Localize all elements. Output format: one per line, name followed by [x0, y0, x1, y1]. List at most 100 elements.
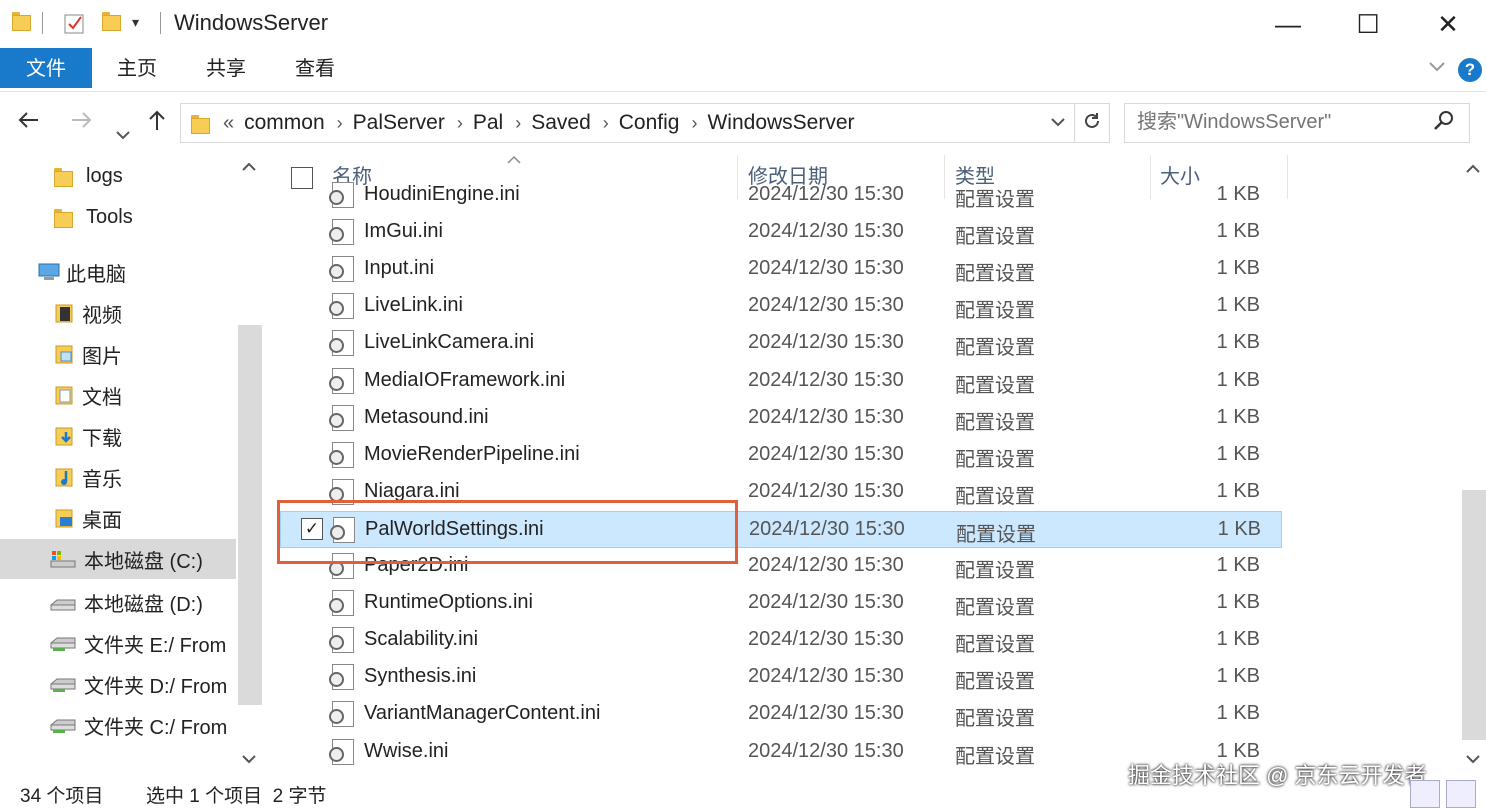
sidebar-item-share-c[interactable]: 文件夹 C:/ From	[0, 705, 236, 745]
sidebar-item-drive-c[interactable]: 本地磁盘 (C:)	[0, 539, 236, 579]
config-file-icon	[329, 330, 354, 357]
column-divider[interactable]	[1287, 155, 1288, 199]
sidebar-item-videos[interactable]: 视频	[0, 293, 236, 333]
file-name: Metasound.ini	[364, 405, 489, 428]
table-row[interactable]: RuntimeOptions.ini 2024/12/30 15:30 配置设置 1 …	[280, 585, 1282, 622]
forward-arrow-icon[interactable]	[70, 108, 94, 139]
sidebar-item-desktop[interactable]: 桌面	[0, 498, 236, 538]
address-dropdown-icon[interactable]	[1042, 114, 1074, 132]
tab-share[interactable]: 共享	[195, 48, 257, 88]
help-button[interactable]: ?	[1458, 58, 1482, 82]
file-size: 1 KB	[1216, 665, 1260, 688]
tab-home[interactable]: 主页	[106, 48, 168, 88]
sidebar-item-music[interactable]: 音乐	[0, 457, 236, 497]
breadcrumb-saved[interactable]: Saved	[531, 111, 591, 135]
network-drive-icon	[50, 633, 76, 653]
close-button[interactable]: ✕	[1408, 0, 1486, 48]
search-box[interactable]	[1124, 103, 1470, 143]
sidebar-item-drive-d[interactable]: 本地磁盘 (D:)	[0, 582, 236, 622]
sidebar-item-downloads[interactable]: 下载	[0, 416, 236, 456]
file-size: 1 KB	[1216, 405, 1260, 428]
breadcrumb-windowsserver[interactable]: WindowsServer	[707, 111, 854, 135]
table-row[interactable]: MediaIOFramework.ini 2024/12/30 15:30 配置设置…	[280, 363, 1282, 400]
sidebar-item-tools[interactable]: Tools	[0, 197, 236, 237]
chevron-right-icon[interactable]: ›	[457, 113, 463, 134]
overflow-chevron[interactable]: «	[223, 112, 234, 135]
refresh-icon[interactable]	[1075, 111, 1109, 136]
back-arrow-icon[interactable]	[16, 108, 40, 139]
file-name: Wwise.ini	[364, 739, 449, 762]
table-row[interactable]: LiveLink.ini 2024/12/30 15:30 配置设置 1 KB	[280, 288, 1282, 325]
breadcrumb-config[interactable]: Config	[619, 111, 680, 135]
file-date: 2024/12/30 15:30	[748, 702, 904, 725]
config-file-icon	[329, 404, 354, 431]
new-folder-icon[interactable]	[102, 10, 121, 31]
sort-ascending-icon	[507, 155, 521, 170]
chevron-right-icon[interactable]: ›	[337, 113, 343, 134]
up-arrow-icon[interactable]	[146, 108, 168, 139]
breadcrumb-pal[interactable]: Pal	[473, 111, 503, 135]
chevron-right-icon[interactable]: ›	[603, 113, 609, 134]
file-type: 配置设置	[955, 226, 1035, 249]
sidebar-item-logs[interactable]: logs	[0, 156, 236, 196]
tab-file[interactable]: 文件	[0, 48, 92, 88]
table-row[interactable]: VariantManagerContent.ini 2024/12/30 15:3…	[280, 696, 1282, 733]
config-file-icon	[329, 627, 354, 654]
search-icon[interactable]	[1433, 110, 1455, 138]
expand-ribbon-icon[interactable]	[1428, 56, 1446, 79]
scroll-up-icon[interactable]	[242, 159, 256, 177]
sidebar-scrollbar[interactable]	[238, 155, 262, 775]
address-bar[interactable]: « common › PalServer › Pal › Saved › Con…	[180, 103, 1110, 143]
table-row[interactable]: Metasound.ini 2024/12/30 15:30 配置设置 1 KB	[280, 400, 1282, 437]
breadcrumb-common[interactable]: common	[244, 111, 325, 135]
large-icons-view-icon[interactable]	[1446, 780, 1476, 808]
sidebar-item-documents[interactable]: 文档	[0, 375, 236, 415]
folder-icon	[12, 10, 31, 31]
chevron-right-icon[interactable]: ›	[691, 113, 697, 134]
minimize-button[interactable]: —	[1248, 0, 1328, 48]
selection-info: 选中 1 个项目 2 字节	[146, 786, 327, 807]
recent-locations-icon[interactable]	[115, 116, 131, 147]
file-list-scrollbar[interactable]	[1462, 155, 1486, 775]
scroll-up-icon[interactable]	[1466, 161, 1480, 179]
sidebar-item-label: 图片	[82, 345, 122, 368]
chevron-right-icon[interactable]: ›	[515, 113, 521, 134]
table-row[interactable]: Scalability.ini 2024/12/30 15:30 配置设置 1 KB	[280, 622, 1282, 659]
properties-icon[interactable]	[64, 11, 86, 35]
sidebar-item-share-d[interactable]: 文件夹 D:/ From	[0, 664, 236, 704]
scroll-down-icon[interactable]	[1466, 751, 1480, 769]
sidebar-item-this-pc[interactable]: 此电脑	[0, 252, 236, 292]
file-size: 1 KB	[1216, 554, 1260, 576]
details-view-icon[interactable]	[1410, 780, 1440, 808]
customize-quick-access-icon[interactable]: ▾	[132, 14, 139, 31]
sidebar-scroll-thumb[interactable]	[238, 325, 262, 705]
file-size: 1 KB	[1216, 702, 1260, 725]
sidebar-item-share-e[interactable]: 文件夹 E:/ From	[0, 623, 236, 663]
config-file-icon	[329, 738, 354, 765]
table-row[interactable]: Input.ini 2024/12/30 15:30 配置设置 1 KB	[280, 251, 1282, 288]
table-row[interactable]: Synthesis.ini 2024/12/30 15:30 配置设置 1 KB	[280, 659, 1282, 696]
file-name: ImGui.ini	[364, 220, 443, 243]
tab-view[interactable]: 查看	[284, 48, 346, 88]
file-name: LiveLink.ini	[364, 294, 463, 317]
file-date: 2024/12/30 15:30	[748, 368, 904, 391]
music-folder-icon	[54, 467, 74, 487]
file-list-scroll-thumb[interactable]	[1462, 490, 1486, 740]
file-name: Scalability.ini	[364, 628, 479, 651]
table-row[interactable]: ImGui.ini 2024/12/30 15:30 配置设置 1 KB	[280, 214, 1282, 251]
search-input[interactable]	[1137, 104, 1427, 140]
config-file-icon	[329, 441, 354, 468]
table-row[interactable]: HoudiniEngine.ini 2024/12/30 15:30 配置设置 1 K…	[280, 177, 1282, 214]
table-row[interactable]: MovieRenderPipeline.ini 2024/12/30 15:30 配…	[280, 437, 1282, 474]
sidebar-item-pictures[interactable]: 图片	[0, 334, 236, 374]
file-size: 1 KB	[1216, 368, 1260, 391]
item-count: 34 个项目	[20, 786, 104, 807]
watermark: 掘金技术社区 @ 京东云开发者	[1128, 763, 1427, 788]
table-row[interactable]: LiveLinkCamera.ini 2024/12/30 15:30 配置设置 1 …	[280, 325, 1282, 362]
sidebar-item-label: 文件夹 C:/ From	[84, 716, 228, 739]
maximize-button[interactable]: ☐	[1328, 0, 1408, 48]
breadcrumb-palserver[interactable]: PalServer	[353, 111, 445, 135]
scroll-down-icon[interactable]	[242, 751, 256, 769]
desktop-folder-icon	[54, 508, 74, 528]
file-date: 2024/12/30 15:30	[748, 294, 904, 317]
